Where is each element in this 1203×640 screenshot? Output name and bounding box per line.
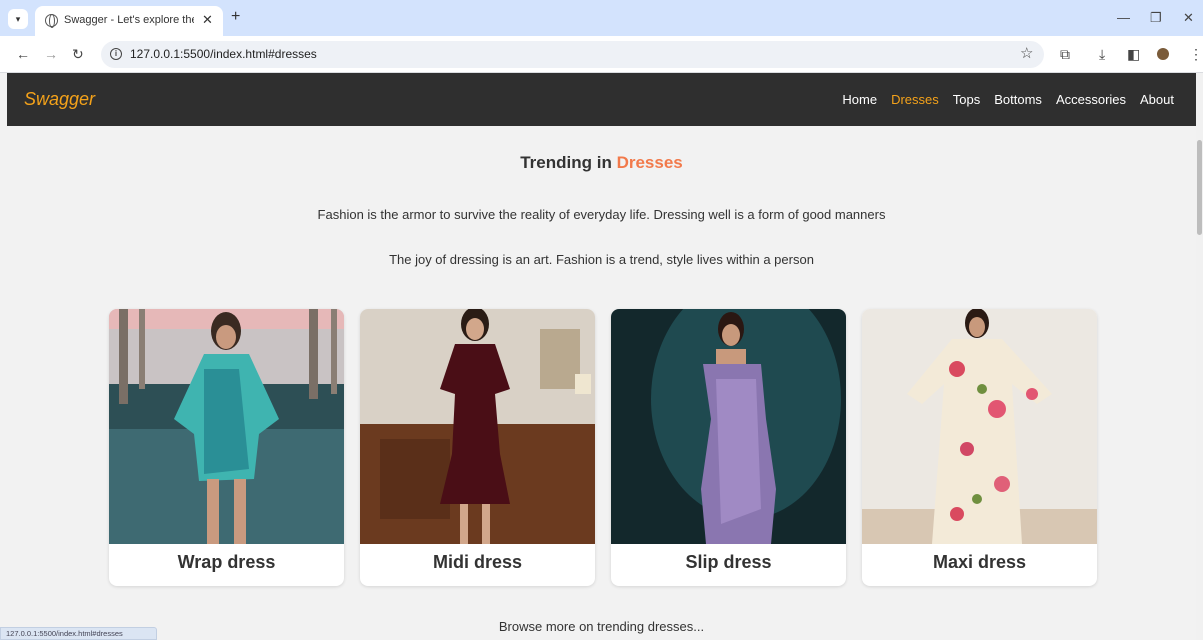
site-navbar: Swagger Home Dresses Tops Bottoms Access…	[7, 73, 1196, 126]
browser-tab[interactable]: Swagger - Let's explore the trending ✕	[35, 6, 223, 36]
nav-menu: Home Dresses Tops Bottoms Accessories Ab…	[842, 92, 1174, 107]
minimize-icon[interactable]: —	[1117, 10, 1130, 25]
product-photo	[862, 309, 1097, 544]
reload-icon[interactable]: ↻	[72, 46, 84, 63]
address-bar-row: ← → ↻ i 127.0.0.1:5500/index.html#dresse…	[0, 36, 1203, 73]
card-title: Wrap dress	[177, 552, 276, 572]
heading-prefix: Trending in	[520, 153, 617, 172]
tab-title: Swagger - Let's explore the trending	[64, 14, 194, 26]
forward-icon[interactable]: →	[44, 46, 58, 62]
info-icon[interactable]: i	[110, 48, 122, 60]
browser-tab-strip: ▾ Swagger - Let's explore the trending ✕…	[0, 0, 1203, 36]
extensions-icon[interactable]: ⧉	[1060, 46, 1070, 63]
product-photo	[360, 309, 595, 544]
heading-highlight: Dresses	[616, 153, 683, 172]
window-close-icon[interactable]: ✕	[1183, 10, 1194, 26]
nav-accessories[interactable]: Accessories	[1056, 92, 1126, 107]
card-title: Maxi dress	[932, 552, 1027, 572]
quote-1: Fashion is the armor to survive the real…	[317, 207, 886, 222]
restore-icon[interactable]: ❐	[1150, 10, 1162, 26]
globe-icon	[45, 14, 58, 28]
status-url-bubble: 127.0.0.1:5500/index.html#dresses	[0, 627, 157, 640]
product-card-wrap-dress[interactable]: Wrap dress	[109, 309, 344, 586]
profile-icon[interactable]	[1157, 48, 1169, 60]
card-title: Slip dress	[685, 552, 772, 572]
nav-bottoms[interactable]: Bottoms	[994, 92, 1042, 107]
url-field[interactable]: i 127.0.0.1:5500/index.html#dresses ☆	[101, 41, 1044, 68]
url-text: 127.0.0.1:5500/index.html#dresses	[130, 47, 317, 61]
nav-home[interactable]: Home	[842, 92, 877, 107]
nav-dresses[interactable]: Dresses	[891, 92, 939, 107]
quote-2: The joy of dressing is an art. Fashion i…	[389, 252, 814, 267]
page-heading: Trending in Dresses	[0, 153, 1203, 173]
close-icon[interactable]: ✕	[202, 12, 213, 28]
product-card-midi-dress[interactable]: Midi dress	[360, 309, 595, 586]
nav-about[interactable]: About	[1140, 92, 1174, 107]
tab-menu-icon[interactable]: ▾	[8, 9, 28, 29]
plus-icon[interactable]: +	[231, 8, 240, 26]
back-icon[interactable]: ←	[16, 46, 30, 62]
product-photo	[109, 309, 344, 544]
sidepanel-icon[interactable]: ◧	[1127, 46, 1140, 63]
product-photo	[611, 309, 846, 544]
download-icon[interactable]: ⤓	[1099, 46, 1105, 63]
card-title: Midi dress	[432, 552, 523, 572]
product-card-maxi-dress[interactable]: Maxi dress	[862, 309, 1097, 586]
brand-logo[interactable]: Swagger	[24, 89, 95, 110]
star-icon[interactable]: ☆	[1020, 44, 1033, 62]
nav-tops[interactable]: Tops	[953, 92, 980, 107]
browse-more-link[interactable]: Browse more on trending dresses...	[0, 619, 1203, 634]
product-card-slip-dress[interactable]: Slip dress	[611, 309, 846, 586]
kebab-menu-icon[interactable]: ⋮	[1189, 46, 1203, 63]
